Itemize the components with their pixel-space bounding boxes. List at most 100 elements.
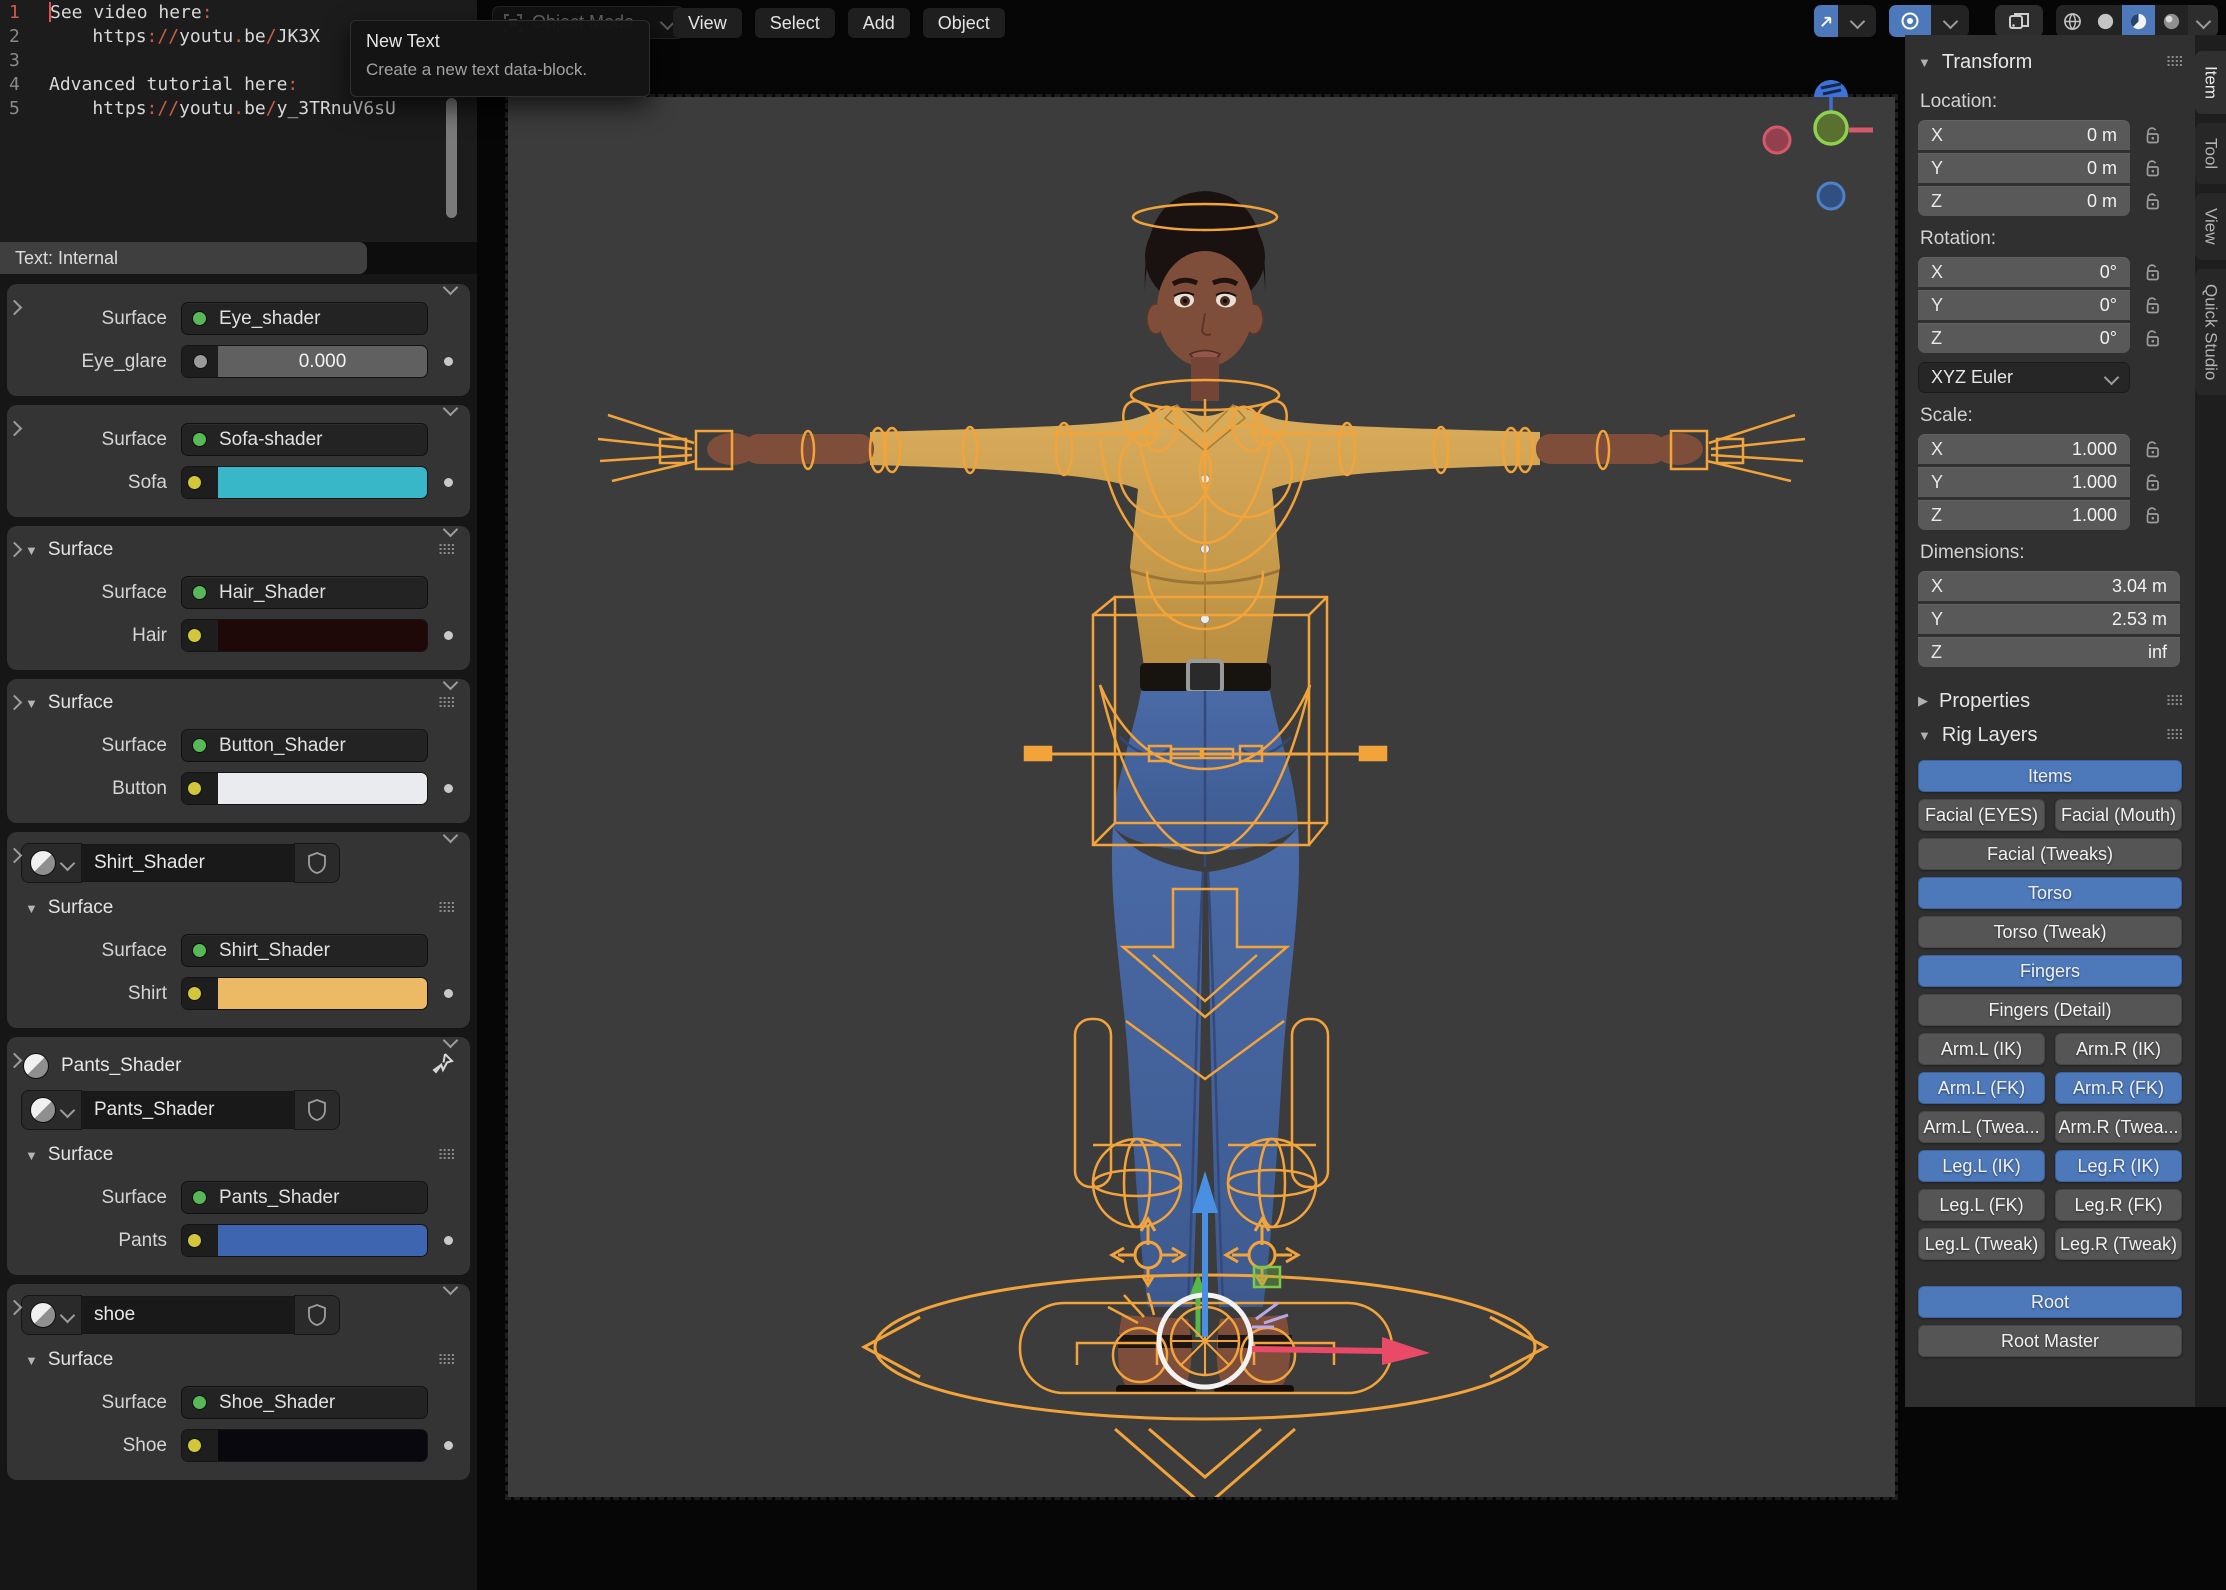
value-button-y[interactable]: Y2.53 m [1918, 604, 2180, 634]
code-line[interactable]: 5 https://youtu.be/y_3TRnuV6sU [0, 96, 477, 120]
panel-header-rig-layers[interactable]: ▼Rig Layers⠿⠿ [1918, 718, 2182, 752]
snap-toggle[interactable] [1814, 5, 1838, 37]
panel-header-surface[interactable]: ▼Surface⠿⠿ [7, 1344, 470, 1376]
panel-header-transform[interactable]: ▼Transform⠿⠿ [1918, 45, 2182, 79]
rig-layer-button[interactable]: Arm.L (Twea... [1918, 1111, 2045, 1143]
rig-layer-button[interactable]: Items [1918, 760, 2182, 792]
shader-input-field[interactable]: Pants_Shader [181, 1181, 428, 1214]
panel-header-surface[interactable]: ▼Surface⠿⠿ [7, 534, 470, 566]
rig-layer-button[interactable]: Leg.L (Tweak) [1918, 1228, 2045, 1260]
unlock-icon[interactable] [2144, 473, 2161, 492]
shader-input-field[interactable]: Sofa-shader [181, 423, 428, 456]
material-preview-button[interactable] [21, 1295, 82, 1335]
shader-input-field[interactable]: Shirt_Shader [181, 934, 428, 967]
material-preview-button[interactable] [21, 1090, 82, 1130]
material-name-field[interactable]: Shirt_Shader [82, 844, 294, 882]
unlock-icon[interactable] [2144, 192, 2161, 211]
editor-scrollbar[interactable] [446, 98, 457, 218]
rig-layer-button[interactable]: Leg.L (FK) [1918, 1189, 2045, 1221]
panel-header-surface[interactable]: ▼Surface⠿⠿ [7, 687, 470, 719]
expand-arrow-icon[interactable] [7, 1300, 23, 1316]
color-swatch-field[interactable] [181, 1429, 428, 1462]
rig-layer-button[interactable]: Torso (Tweak) [1918, 916, 2182, 948]
overlays-toggle[interactable] [1995, 5, 2043, 37]
keyframe-dot-icon[interactable] [444, 784, 453, 793]
value-button-y[interactable]: Y1.000 [1918, 467, 2130, 497]
value-button-z[interactable]: Z1.000 [1918, 500, 2130, 530]
rig-layer-button[interactable]: Fingers [1918, 955, 2182, 987]
proportional-editing-dropdown[interactable] [1931, 5, 1969, 37]
keyframe-dot-icon[interactable] [444, 989, 453, 998]
rig-layer-button[interactable]: Arm.R (Twea... [2055, 1111, 2182, 1143]
rig-layer-button[interactable]: Fingers (Detail) [1918, 994, 2182, 1026]
expand-arrow-icon[interactable] [7, 848, 23, 864]
rig-layer-button[interactable]: Arm.R (IK) [2055, 1033, 2182, 1065]
value-button-z[interactable]: Zinf [1918, 637, 2180, 667]
unlock-icon[interactable] [2144, 440, 2161, 459]
fake-user-shield-button[interactable] [294, 1295, 340, 1335]
menu-object[interactable]: Object [923, 8, 1005, 38]
rig-layer-button[interactable]: Arm.L (FK) [1918, 1072, 2045, 1104]
color-swatch-field[interactable] [181, 977, 428, 1010]
text-datablock-label[interactable]: Text: Internal [0, 242, 367, 274]
color-swatch-field[interactable] [181, 619, 428, 652]
menu-view[interactable]: View [673, 8, 742, 38]
sidebar-tab-view[interactable]: View [2195, 193, 2226, 260]
value-button-x[interactable]: X0 m [1918, 120, 2130, 150]
rotation-mode-dropdown[interactable]: XYZ Euler [1918, 362, 2130, 393]
material-name-field[interactable]: Pants_Shader [82, 1091, 294, 1129]
keyframe-dot-icon[interactable] [444, 357, 453, 366]
shading-rendered-icon[interactable] [2155, 5, 2188, 37]
shading-wireframe-icon[interactable] [2056, 5, 2089, 37]
shader-input-field[interactable]: Eye_shader [181, 302, 428, 335]
pin-icon[interactable] [432, 1052, 454, 1080]
unlock-icon[interactable] [2144, 159, 2161, 178]
rig-layer-button[interactable]: Leg.L (IK) [1918, 1150, 2045, 1182]
menu-select[interactable]: Select [755, 8, 835, 38]
expand-arrow-icon[interactable] [7, 1053, 23, 1069]
viewport-render-region[interactable] [508, 97, 1895, 1497]
value-button-y[interactable]: Y0° [1918, 290, 2130, 320]
rig-layer-button[interactable]: Facial (EYES) [1918, 799, 2045, 831]
value-button-x[interactable]: X3.04 m [1918, 571, 2180, 601]
shading-solid-icon[interactable] [2089, 5, 2122, 37]
value-button-z[interactable]: Z0 m [1918, 186, 2130, 216]
snap-options-dropdown[interactable] [1838, 5, 1876, 37]
rig-layer-button[interactable]: Torso [1918, 877, 2182, 909]
shading-dropdown[interactable] [2188, 5, 2218, 37]
proportional-editing-toggle[interactable] [1889, 5, 1931, 37]
unlock-icon[interactable] [2144, 506, 2161, 525]
viewport-navigation-gizmo[interactable] [1757, 50, 1907, 220]
value-button-x[interactable]: X0° [1918, 257, 2130, 287]
rig-layer-button[interactable]: Arm.L (IK) [1918, 1033, 2045, 1065]
fake-user-shield-button[interactable] [294, 843, 340, 883]
collapse-chevron-icon[interactable] [443, 1033, 459, 1049]
rig-layer-button[interactable]: Leg.R (FK) [2055, 1189, 2182, 1221]
unlock-icon[interactable] [2144, 126, 2161, 145]
material-name-field[interactable]: shoe [82, 1296, 294, 1334]
rig-layer-button[interactable]: Arm.R (FK) [2055, 1072, 2182, 1104]
collapse-chevron-icon[interactable] [443, 828, 459, 844]
unlock-icon[interactable] [2144, 296, 2161, 315]
sidebar-tab-quick-studio[interactable]: Quick Studio [2195, 269, 2226, 395]
shader-input-field[interactable]: Shoe_Shader [181, 1386, 428, 1419]
shader-input-field[interactable]: Hair_Shader [181, 576, 428, 609]
color-swatch-field[interactable] [181, 1224, 428, 1257]
value-slider[interactable]: 0.000 [181, 345, 428, 378]
value-button-y[interactable]: Y0 m [1918, 153, 2130, 183]
fake-user-shield-button[interactable] [294, 1090, 340, 1130]
material-preview-button[interactable] [21, 843, 82, 883]
keyframe-dot-icon[interactable] [444, 631, 453, 640]
color-swatch-field[interactable] [181, 772, 428, 805]
panel-header-properties[interactable]: ▶Properties⠿⠿ [1918, 684, 2182, 718]
unlock-icon[interactable] [2144, 329, 2161, 348]
keyframe-dot-icon[interactable] [444, 1441, 453, 1450]
rig-layer-button[interactable]: Leg.R (IK) [2055, 1150, 2182, 1182]
rig-layer-button[interactable]: Root [1918, 1286, 2182, 1318]
shading-material-preview-icon[interactable] [2122, 5, 2155, 37]
collapse-chevron-icon[interactable] [443, 401, 459, 417]
sidebar-tab-tool[interactable]: Tool [2195, 123, 2226, 184]
value-button-z[interactable]: Z0° [1918, 323, 2130, 353]
collapse-chevron-icon[interactable] [443, 280, 459, 296]
rig-layer-button[interactable]: Facial (Mouth) [2055, 799, 2182, 831]
